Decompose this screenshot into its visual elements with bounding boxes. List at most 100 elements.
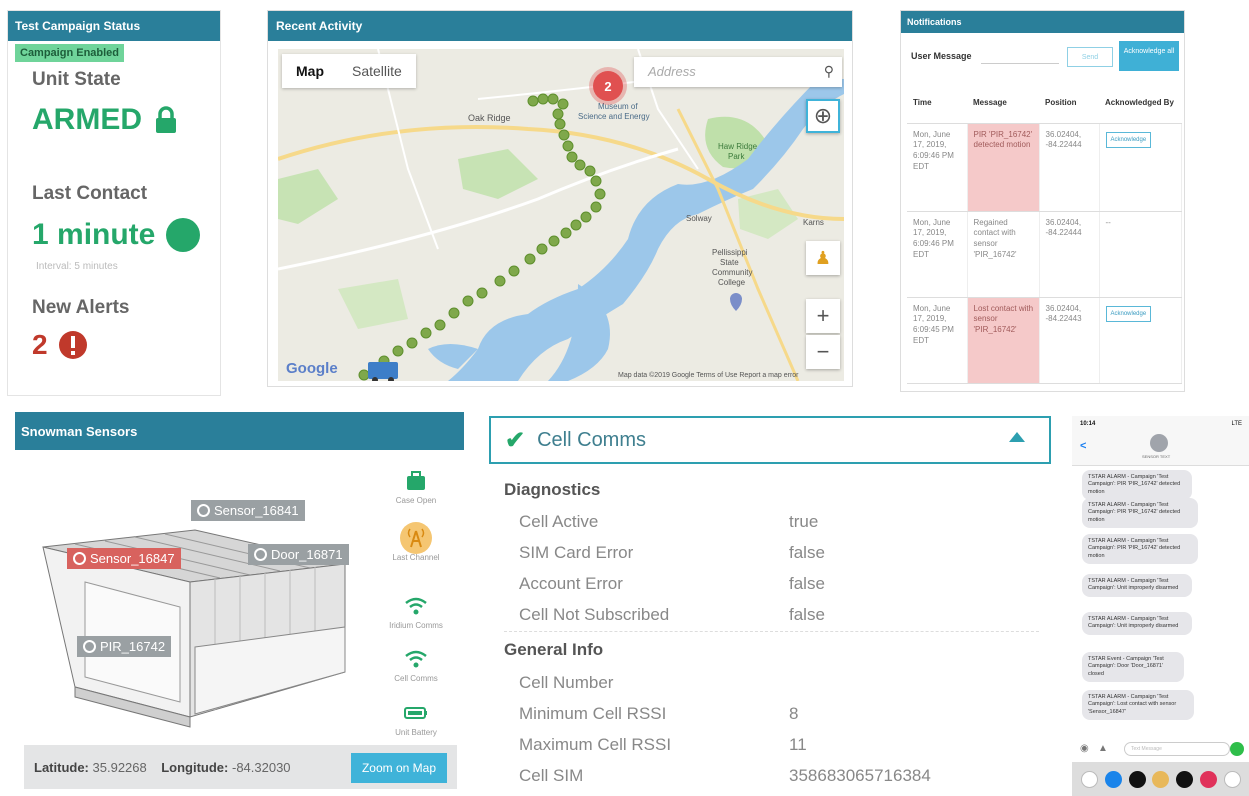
col-time: Time	[907, 83, 967, 124]
text-message-input[interactable]: Text Message	[1124, 742, 1230, 756]
photos-app-icon[interactable]	[1081, 770, 1099, 788]
row-position: 36.02404, -84.22444	[1039, 211, 1100, 298]
door-tag[interactable]: Door_16871	[248, 544, 349, 565]
app-icon[interactable]	[1128, 770, 1146, 788]
table-row: Mon, June 17, 2019, 6:09:46 PM EDT PIR '…	[907, 123, 1182, 212]
wifi-icon	[405, 650, 427, 668]
wifi-icon	[405, 597, 427, 615]
user-message-input[interactable]	[981, 63, 1059, 64]
new-alerts-label: New Alerts	[32, 297, 130, 318]
checkmark-icon: ✔	[505, 426, 526, 454]
recent-activity-panel: Recent Activity Oak Ridge Museum of Scie…	[267, 10, 853, 387]
sensor-tag-label: Door_16871	[271, 547, 343, 562]
acknowledge-button[interactable]: Acknowledge	[1105, 131, 1152, 148]
info-row: Minimum Cell RSSI 8	[519, 704, 1019, 724]
cell-comms-title: Cell Comms	[537, 428, 647, 451]
camera-icon[interactable]: ◉	[1080, 743, 1089, 754]
send-icon[interactable]	[1230, 742, 1244, 756]
map-attribution[interactable]: Map data ©2019 Google Terms of Use Repor…	[618, 372, 799, 379]
app-icon[interactable]	[1199, 770, 1217, 788]
info-value: 358683065716384	[789, 766, 931, 785]
notifications-table: Time Message Position Acknowledged By Mo…	[907, 83, 1182, 384]
row-time: Mon, June 17, 2019, 6:09:46 PM EDT	[907, 123, 968, 212]
avatar[interactable]	[1150, 434, 1168, 452]
svg-text:Science and Energy: Science and Energy	[578, 112, 650, 121]
sensor-tag-alert[interactable]: Sensor_16847	[67, 548, 181, 569]
row-message: PIR 'PIR_16742' detected motion	[967, 123, 1040, 212]
row-time: Mon, June 17, 2019, 6:09:45 PM EDT	[907, 297, 968, 384]
zoom-out-button[interactable]: −	[806, 335, 840, 369]
longitude-value: -84.32030	[231, 759, 291, 775]
phone-header: 10:14 LTE < SENSOR TEXT	[1072, 416, 1249, 466]
chevron-up-icon[interactable]	[1009, 432, 1025, 442]
last-contact-label: Last Contact	[32, 183, 148, 204]
search-icon[interactable]: ⚲	[824, 63, 834, 80]
unit-battery-indicator: Unit Battery	[383, 699, 449, 737]
svg-text:Karns: Karns	[803, 218, 824, 227]
message-bubble: TSTAR ALARM - Campaign 'Test Campaign': …	[1082, 612, 1192, 635]
svg-text:Haw Ridge: Haw Ridge	[718, 142, 758, 151]
diag-row: Cell Not Subscribed false	[519, 605, 1019, 625]
row-ack-cell: Acknowledge	[1099, 123, 1182, 212]
locate-icon[interactable]: ⊕	[806, 99, 840, 133]
iridium-comms-indicator: Iridium Comms	[383, 592, 449, 630]
app-icon[interactable]	[1152, 770, 1170, 788]
send-button[interactable]: Send	[1067, 47, 1113, 67]
battery-icon: LTE	[1231, 421, 1242, 427]
svg-text:Solway: Solway	[686, 214, 712, 223]
campaign-status-header: Test Campaign Status	[8, 11, 220, 41]
map-cluster-marker[interactable]: 2	[593, 71, 623, 101]
sensor-status-icon	[73, 552, 86, 565]
cell-comms-accordion-header[interactable]: ✔ Cell Comms	[489, 416, 1051, 464]
sensor-tag-label: Sensor_16841	[214, 503, 299, 518]
app-icon[interactable]	[1176, 770, 1194, 788]
diag-value: true	[789, 512, 819, 531]
notifications-panel: Notifications User Message Send Acknowle…	[900, 10, 1185, 392]
table-row: Mon, June 17, 2019, 6:09:46 PM EDT Regai…	[907, 211, 1182, 298]
app-icon[interactable]	[1223, 770, 1241, 788]
cell-comms-label: Cell Comms	[394, 674, 438, 683]
address-search-input[interactable]: Address ⚲	[634, 57, 842, 87]
snowman-sensors-header: Snowman Sensors	[15, 412, 464, 450]
zoom-on-map-button[interactable]: Zoom on Map	[350, 753, 447, 783]
table-row: Mon, June 17, 2019, 6:09:45 PM EDT Lost …	[907, 297, 1182, 384]
pir-tag[interactable]: PIR_16742	[77, 636, 172, 657]
cell-comms-indicator: Cell Comms	[383, 645, 449, 683]
svg-text:Oak Ridge: Oak Ridge	[468, 113, 511, 123]
iridium-comms-label: Iridium Comms	[389, 621, 443, 630]
info-row: Cell Number	[519, 673, 1019, 693]
info-key: Minimum Cell RSSI	[519, 704, 667, 723]
diag-row: Account Error false	[519, 574, 1019, 594]
new-alerts-count: 2	[32, 329, 48, 360]
row-position: 36.02404, -84.22444	[1039, 123, 1100, 212]
address-placeholder: Address	[648, 64, 696, 79]
col-acknowledged-by: Acknowledged By	[1099, 83, 1182, 124]
row-message: Regained contact with sensor 'PIR_16742'	[967, 211, 1040, 298]
back-chevron-icon[interactable]: <	[1080, 440, 1086, 452]
svg-text:Community: Community	[712, 268, 752, 277]
activity-map[interactable]: Oak Ridge Museum of Science and Energy H…	[278, 49, 844, 381]
map-tab[interactable]: Map	[282, 54, 338, 88]
street-view-pegman-icon[interactable]: ♟	[806, 241, 840, 275]
info-value: 11	[789, 735, 807, 754]
latitude-value: 35.92268	[92, 759, 147, 775]
info-value: 8	[789, 704, 799, 723]
antenna-icon	[400, 522, 432, 554]
zoom-in-button[interactable]: +	[806, 299, 840, 333]
app-dock	[1072, 762, 1249, 796]
info-key: Cell Number	[519, 673, 614, 692]
last-channel-indicator: Last Channel	[383, 522, 449, 562]
app-store-app-icon[interactable]	[1105, 770, 1123, 788]
acknowledge-button[interactable]: Acknowledge	[1105, 305, 1152, 322]
sensor-tag[interactable]: Sensor_16841	[191, 500, 305, 521]
app-store-icon[interactable]: ▲	[1098, 743, 1108, 754]
message-bubble: TSTAR ALARM - Campaign 'Test Campaign': …	[1082, 470, 1192, 501]
satellite-tab[interactable]: Satellite	[338, 54, 416, 88]
phone-time: 10:14	[1080, 421, 1096, 427]
sensor-status-icon	[197, 504, 210, 517]
battery-icon	[404, 707, 427, 719]
message-compose-bar: ◉ ▲ Text Message	[1080, 742, 1244, 758]
acknowledge-all-button[interactable]: Acknowledge all	[1119, 41, 1179, 71]
sensor-tag-label: Sensor_16847	[90, 551, 175, 566]
user-message-label: User Message	[911, 51, 972, 61]
